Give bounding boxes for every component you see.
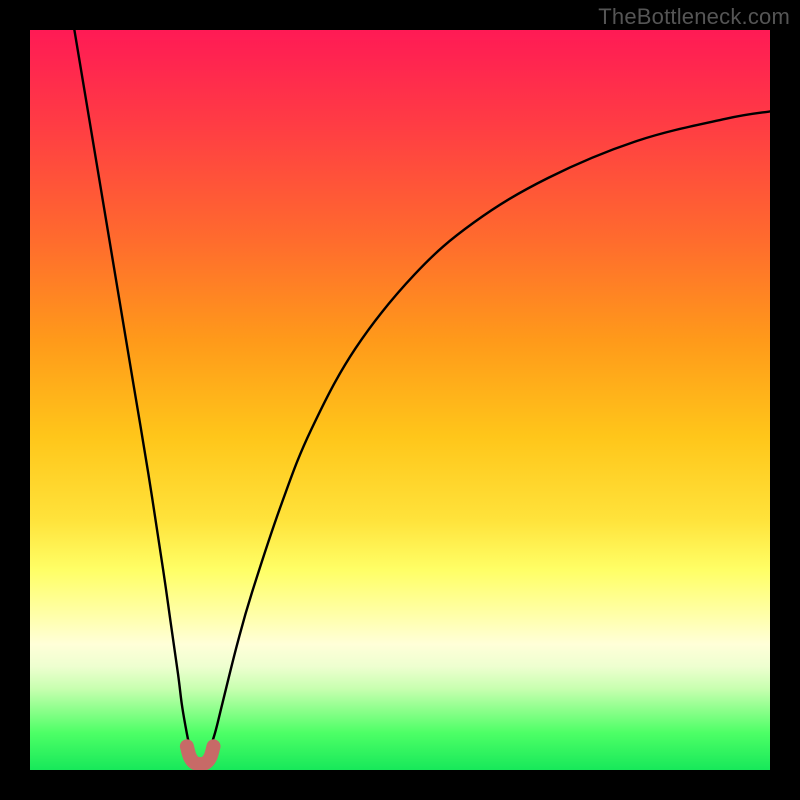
valley-marker — [187, 746, 214, 764]
chart-curves — [30, 30, 770, 770]
curve-left-branch — [74, 30, 192, 755]
curve-right-branch — [208, 111, 770, 755]
chart-frame: TheBottleneck.com — [0, 0, 800, 800]
chart-plot-area — [30, 30, 770, 770]
watermark-text: TheBottleneck.com — [598, 4, 790, 30]
